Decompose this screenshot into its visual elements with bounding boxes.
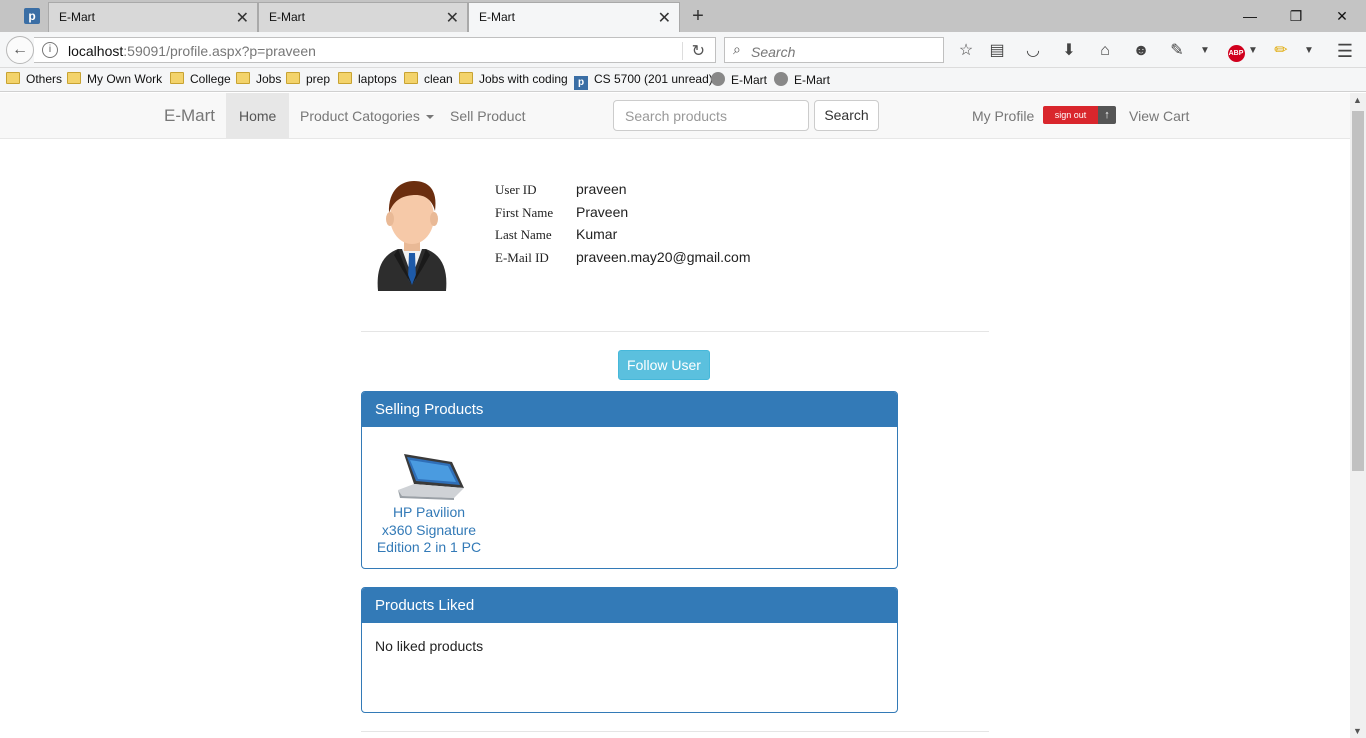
browser-search-input[interactable]: ⌕ Search: [724, 37, 944, 63]
bookmark-emart-2[interactable]: E-Mart: [774, 72, 830, 87]
bookmark-laptops[interactable]: laptops: [338, 72, 397, 86]
sign-out-label: sign out: [1043, 106, 1098, 124]
product-link-hp-pavilion[interactable]: HP Pavilion x360 Signature Edition 2 in …: [376, 504, 482, 557]
bookmark-prep[interactable]: prep: [286, 72, 330, 86]
tab-1[interactable]: E-Mart ✕: [48, 2, 258, 32]
page-content: E-Mart Home Product Catogories Sell Prod…: [0, 93, 1350, 738]
info-icon[interactable]: i: [42, 42, 58, 58]
scrollbar-thumb[interactable]: [1352, 111, 1364, 471]
search-icon: ⌕: [733, 41, 741, 57]
tab-3-active[interactable]: E-Mart ✕: [468, 2, 680, 32]
url-bar[interactable]: i localhost:59091/profile.aspx?p=praveen…: [34, 37, 716, 63]
scroll-up-icon[interactable]: ▲: [1353, 95, 1362, 105]
user-id-label: User ID: [495, 182, 537, 197]
caret-down-icon: [425, 115, 434, 119]
bookmark-jobs-with-coding[interactable]: Jobs with coding: [459, 72, 568, 86]
tab-bar: p E-Mart ✕ E-Mart ✕ E-Mart ✕ + — ❐ ✕: [0, 0, 1366, 32]
nav-product-categories[interactable]: Product Catogories: [287, 93, 447, 139]
p-favicon-icon: p: [574, 76, 588, 90]
close-icon[interactable]: ✕: [446, 8, 459, 28]
reload-icon[interactable]: ↻: [692, 41, 705, 61]
folder-icon: [459, 72, 473, 84]
back-arrow-icon[interactable]: ←: [6, 36, 34, 64]
menu-icon[interactable]: ☰: [1334, 40, 1356, 62]
product-search-input[interactable]: [613, 100, 809, 131]
globe-icon: [774, 72, 788, 86]
close-icon[interactable]: ✕: [236, 8, 249, 28]
nav-home[interactable]: Home: [226, 93, 290, 139]
pinned-tab-favicon[interactable]: p: [24, 8, 40, 24]
no-liked-products-message: No liked products: [375, 638, 484, 654]
nav-view-cart[interactable]: View Cart: [1116, 93, 1202, 139]
tab-3-title: E-Mart: [479, 10, 515, 24]
chat-icon[interactable]: ☻: [1130, 40, 1152, 62]
folder-icon: [67, 72, 81, 84]
bookmark-college[interactable]: College: [170, 72, 231, 86]
laptop-product-image[interactable]: [394, 452, 466, 500]
bookmark-others[interactable]: Others: [6, 72, 62, 86]
brand-logo[interactable]: E-Mart: [164, 106, 215, 126]
close-window-button[interactable]: ✕: [1322, 4, 1362, 28]
products-liked-title: Products Liked: [362, 588, 897, 623]
folder-icon: [6, 72, 20, 84]
url-separator: [682, 42, 683, 60]
reading-list-icon[interactable]: ▤: [986, 40, 1008, 62]
nav-sell-product[interactable]: Sell Product: [437, 93, 538, 139]
pocket-icon[interactable]: ◡: [1022, 40, 1044, 62]
folder-icon: [236, 72, 250, 84]
follow-user-button[interactable]: Follow User: [618, 350, 710, 380]
products-liked-panel: Products Liked No liked products: [361, 587, 898, 713]
last-name-value: Kumar: [576, 226, 618, 242]
minimize-button[interactable]: —: [1230, 4, 1270, 28]
close-icon[interactable]: ✕: [658, 8, 671, 28]
scroll-down-icon[interactable]: ▼: [1353, 726, 1362, 736]
page-scrollbar[interactable]: ▲ ▼: [1350, 93, 1366, 738]
selling-products-title: Selling Products: [362, 392, 897, 427]
bookmark-star-icon[interactable]: ☆: [955, 40, 977, 62]
bookmark-cs5700[interactable]: p CS 5700 (201 unread): [574, 72, 713, 90]
restore-button[interactable]: ❐: [1276, 4, 1316, 28]
nav-my-profile[interactable]: My Profile: [959, 93, 1047, 139]
divider: [361, 731, 989, 732]
tab-2-title: E-Mart: [269, 10, 305, 24]
home-icon[interactable]: ⌂: [1094, 40, 1116, 62]
bookmark-clean[interactable]: clean: [404, 72, 453, 86]
user-avatar-icon: [377, 181, 447, 291]
bookmark-my-own-work[interactable]: My Own Work: [67, 72, 162, 86]
user-id-value: praveen: [576, 181, 627, 197]
first-name-value: Praveen: [576, 204, 629, 220]
globe-icon: [711, 72, 725, 86]
pencil-icon[interactable]: ✏: [1270, 40, 1292, 62]
sign-out-button[interactable]: sign out ↑: [1043, 106, 1116, 124]
download-icon[interactable]: ⬇: [1058, 40, 1080, 62]
search-button[interactable]: Search: [814, 100, 879, 131]
email-value: praveen.may20@gmail.com: [576, 249, 751, 265]
folder-icon: [404, 72, 418, 84]
divider: [361, 331, 989, 332]
url-text[interactable]: localhost:59091/profile.aspx?p=praveen: [68, 43, 316, 59]
dropdown-arrow-icon[interactable]: ▼: [1194, 40, 1216, 62]
folder-icon: [286, 72, 300, 84]
dropdown-arrow-icon[interactable]: ▼: [1242, 40, 1264, 62]
browser-toolbar: ← i localhost:59091/profile.aspx?p=prave…: [0, 32, 1366, 68]
bookmark-jobs[interactable]: Jobs: [236, 72, 281, 86]
browser-search-placeholder: Search: [751, 44, 796, 60]
arrow-up-icon: ↑: [1098, 106, 1116, 124]
folder-icon: [170, 72, 184, 84]
tab-2[interactable]: E-Mart ✕: [258, 2, 468, 32]
extension-icon[interactable]: ✎: [1166, 40, 1188, 62]
dropdown-arrow-icon[interactable]: ▼: [1298, 40, 1320, 62]
selling-products-panel: Selling Products HP Pavilion x360 Signat…: [361, 391, 898, 569]
bookmark-emart-1[interactable]: E-Mart: [711, 72, 767, 87]
site-navbar: E-Mart Home Product Catogories Sell Prod…: [0, 93, 1350, 139]
last-name-label: Last Name: [495, 227, 552, 242]
folder-icon: [338, 72, 352, 84]
email-label: E-Mail ID: [495, 250, 549, 265]
tab-1-title: E-Mart: [59, 10, 95, 24]
bookmarks-bar: Others My Own Work College Jobs prep lap…: [0, 68, 1366, 92]
first-name-label: First Name: [495, 205, 554, 220]
new-tab-button[interactable]: +: [688, 4, 708, 28]
